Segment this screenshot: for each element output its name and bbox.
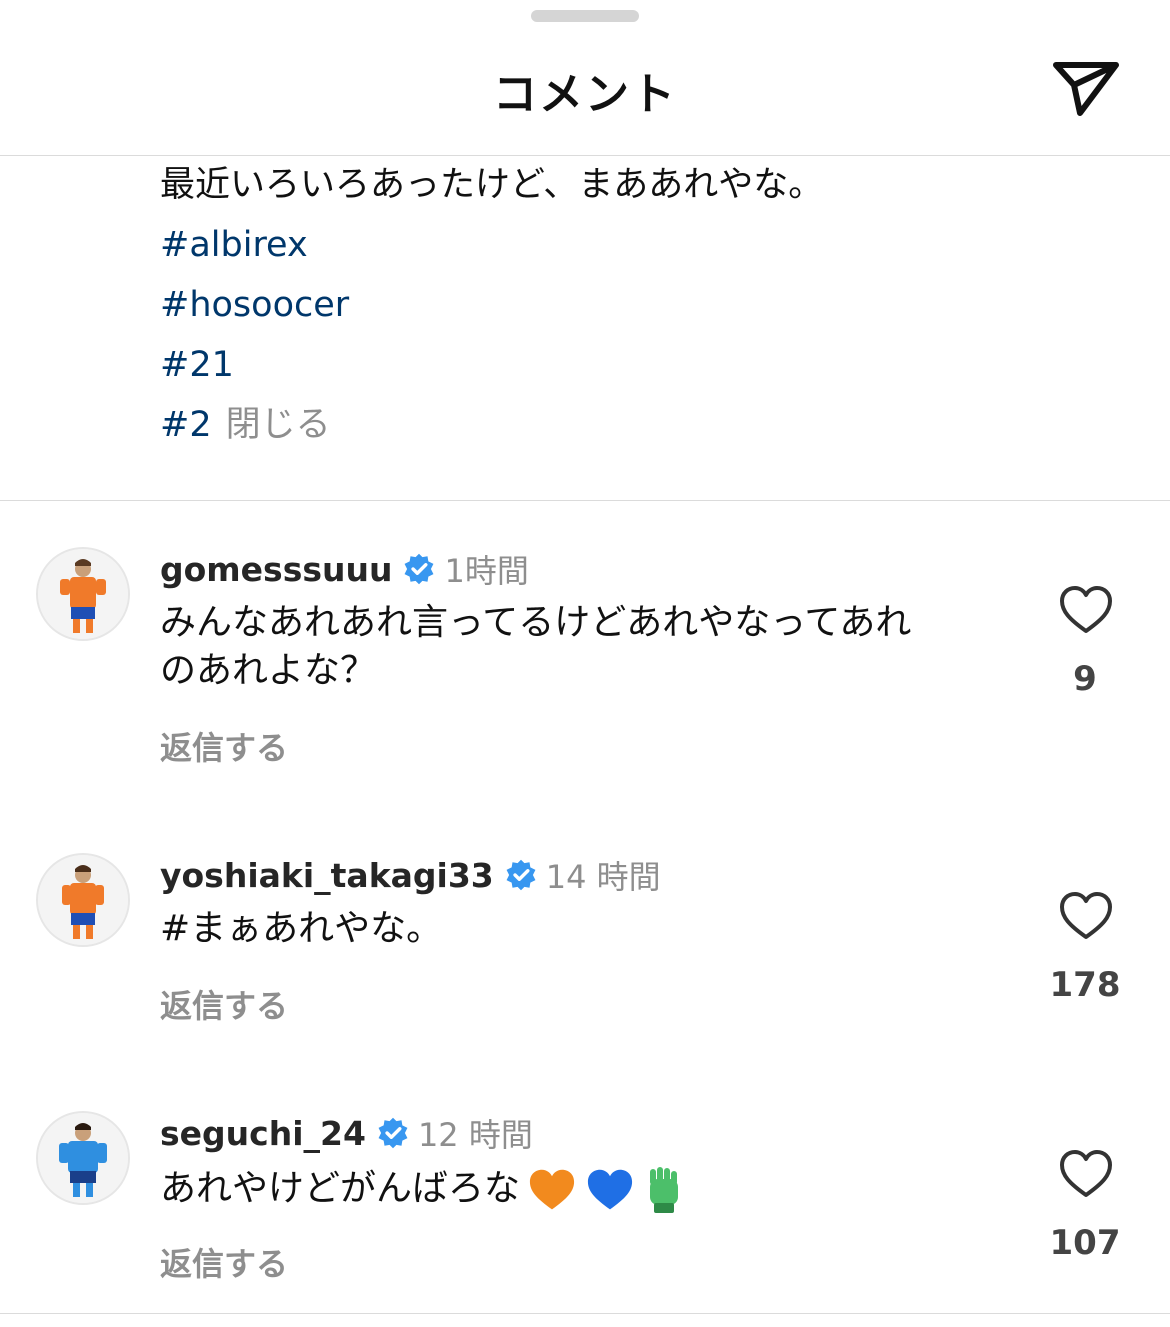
- reply-button[interactable]: 返信する: [160, 723, 288, 769]
- verified-badge-icon: [378, 1117, 408, 1149]
- comment-text: みんなあれあれ言ってるけどあれやなってあれ のあれよな？: [160, 599, 1020, 695]
- comment-text-body: あれやけどがんばろな: [160, 1168, 521, 1209]
- comment-meta: yoshiaki_takagi33 14 時間: [160, 853, 661, 897]
- heart-icon[interactable]: [1059, 891, 1113, 941]
- username-link[interactable]: yoshiaki_takagi33: [160, 856, 494, 895]
- username-link[interactable]: gomesssuuu: [160, 550, 392, 589]
- comment-time: 12 時間: [417, 1116, 533, 1154]
- like-count: 9: [1073, 659, 1097, 699]
- reply-button[interactable]: 返信する: [160, 1239, 288, 1285]
- orange-heart-icon: [529, 1169, 575, 1210]
- comment-time: 1時間: [444, 552, 529, 590]
- gloves-icon: [650, 1167, 679, 1213]
- page-title: コメント: [493, 69, 677, 120]
- divider: [0, 1313, 1170, 1314]
- blue-heart-icon: [587, 1169, 633, 1210]
- comment-hashtag-link[interactable]: #まぁあれやな。: [160, 905, 1020, 953]
- heart-icon[interactable]: [1059, 1149, 1113, 1199]
- verified-badge-icon: [405, 553, 434, 585]
- comment-text-line: みんなあれあれ言ってるけどあれやなってあれ: [160, 602, 912, 643]
- hashtag-link[interactable]: #21: [160, 335, 1120, 395]
- paper-plane-icon[interactable]: [1050, 55, 1122, 119]
- hashtag-link[interactable]: #2: [160, 405, 212, 445]
- avatar[interactable]: [36, 1111, 130, 1205]
- avatar[interactable]: [36, 853, 130, 947]
- comment-text: あれやけどがんばろな: [160, 1165, 1020, 1215]
- like-count: 178: [1049, 965, 1121, 1005]
- hashtag-link[interactable]: #albirex: [160, 215, 1120, 275]
- reply-button[interactable]: 返信する: [160, 981, 288, 1027]
- caption-text: 最近いろいろあったけど、まああれやな。: [160, 165, 824, 205]
- like-count: 107: [1049, 1223, 1121, 1263]
- post-caption: 最近いろいろあったけど、まああれやな。 #albirex #hosoocer #…: [160, 155, 1120, 455]
- divider: [0, 500, 1170, 501]
- heart-icon[interactable]: [1059, 585, 1113, 635]
- comment-time: 14 時間: [545, 858, 661, 896]
- comment-meta: seguchi_24 12 時間: [160, 1111, 533, 1155]
- verified-badge-icon: [506, 859, 536, 891]
- avatar[interactable]: [36, 547, 130, 641]
- comment-text-line: のあれよな？: [160, 650, 377, 691]
- hashtag-link[interactable]: #hosoocer: [160, 275, 1120, 335]
- close-caption-link[interactable]: 閉じる: [226, 405, 331, 445]
- username-link[interactable]: seguchi_24: [160, 1114, 366, 1153]
- comment-meta: gomesssuuu 1時間: [160, 547, 529, 591]
- header: コメント: [0, 0, 1170, 156]
